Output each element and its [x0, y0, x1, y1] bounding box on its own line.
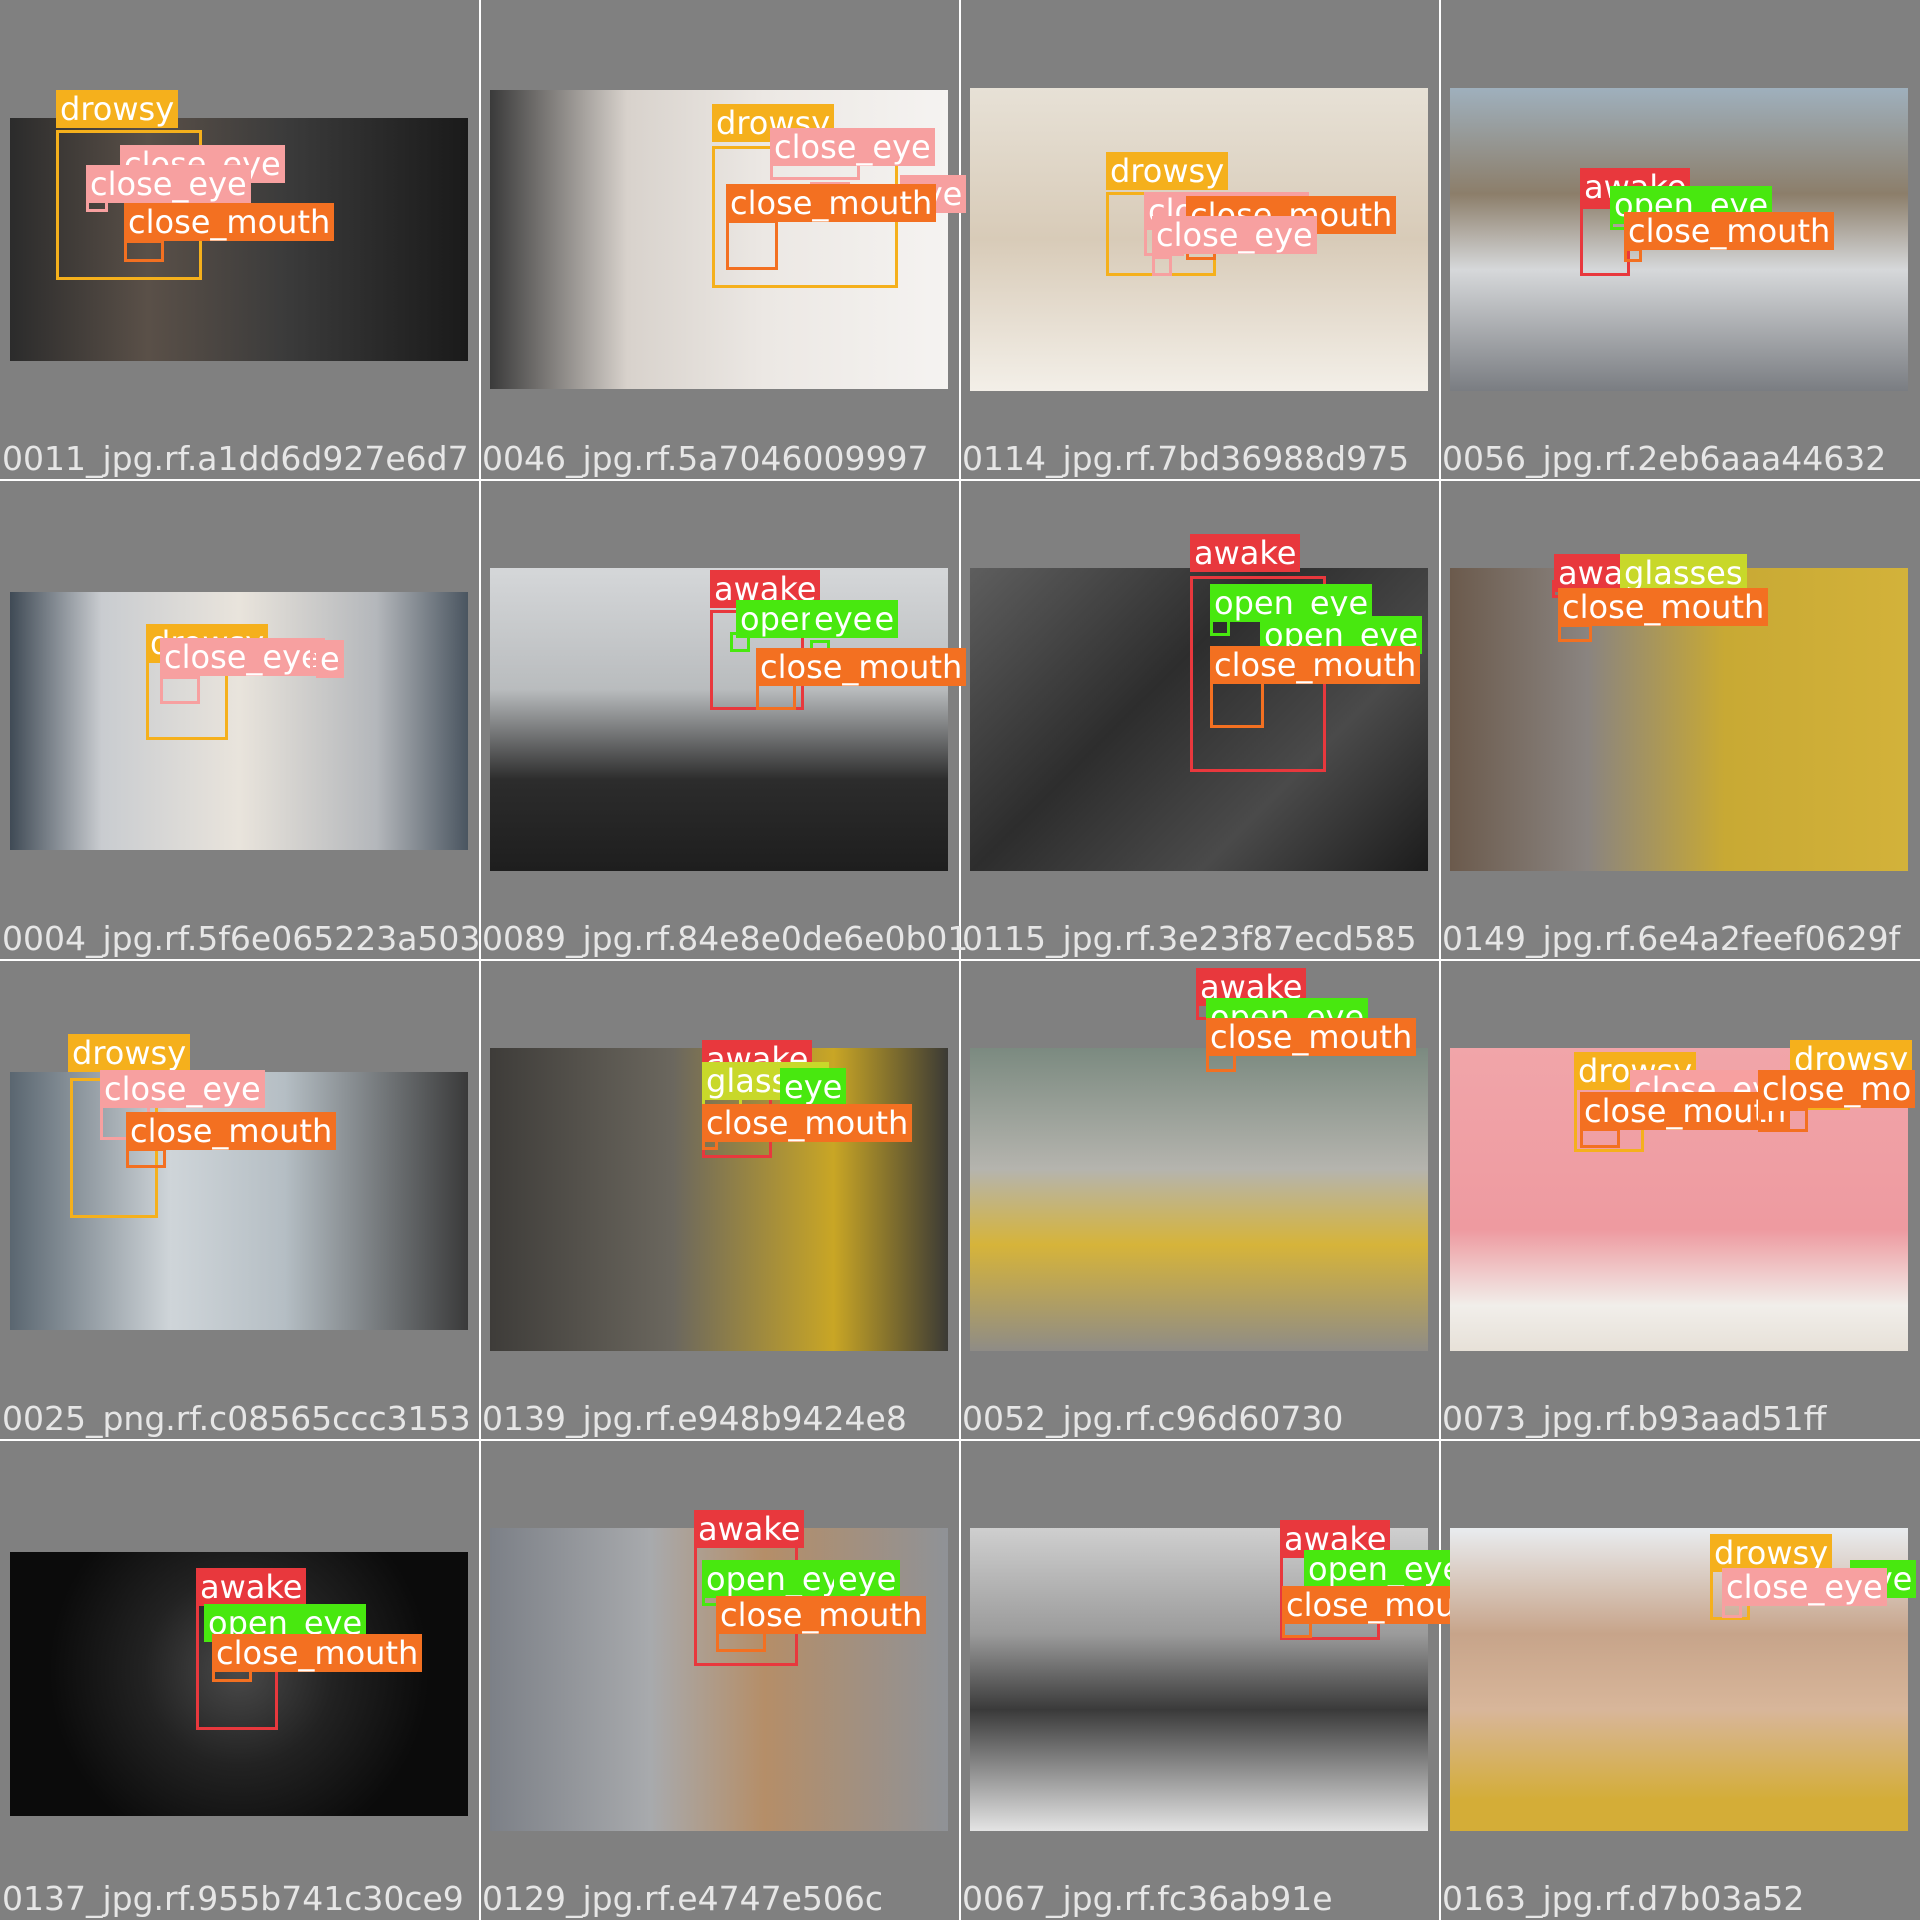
detection-box-close-mouth [1580, 1128, 1620, 1148]
detection-label-close-mouth: close_mouth [1210, 646, 1421, 684]
detection-label-close-mouth: close_mouth [756, 648, 967, 686]
image-filename: 0056_jpg.rf.2eb6aaa44632 [1442, 439, 1887, 478]
image-filename: 0139_jpg.rf.e948b9424e8 [482, 1399, 907, 1438]
detection-label-close-eye: close_eye [770, 128, 935, 166]
result-tile: awake glasses close_mouth 0149_jpg.rf.6e4a2… [1440, 480, 1918, 958]
detection-label-close-mouth: close_mouth [1206, 1018, 1417, 1056]
result-tile: awakeopen_eyeeyeclose_mouth0089_jpg.rf.8… [480, 480, 968, 958]
detection-box-close-mouth [124, 240, 164, 262]
detection-label-awake: awake [694, 1510, 805, 1548]
result-tile: drowsyclose_eyee0004_jpg.rf.5f6e065223a5… [0, 480, 481, 958]
result-tile: awake open_eye close_mouth 0067_jpg.rf.fc36… [960, 1440, 1493, 1918]
detection-label-awake: awake [1190, 534, 1301, 572]
detection-label-close-mouth: close_mouth [702, 1104, 913, 1142]
detection-box-close-mouth [1558, 624, 1592, 642]
detection-label-close-eye: close_eye [160, 638, 325, 676]
image-filename: 0067_jpg.rf.fc36ab91e [962, 1879, 1333, 1918]
image-filename: 0025_png.rf.c08565ccc3153 [2, 1399, 471, 1438]
detection-label-close-mouth: close_mouth [124, 203, 335, 241]
image-filename: 0052_jpg.rf.c96d60730 [962, 1399, 1344, 1438]
detection-box-close-mouth [1210, 680, 1264, 728]
sample-photo [970, 1048, 1428, 1351]
detection-label-close-eye: close_eye [86, 165, 251, 203]
detection-label-close-eye: e [316, 640, 344, 678]
result-tile: drowsyclose_eyeeyeclose_mouth0046_jpg.rf… [480, 0, 967, 478]
detection-label-open-eye: eye [810, 600, 877, 638]
detection-box-close-mouth [126, 1148, 166, 1168]
image-filename: 0115_jpg.rf.3e23f87ecd585 [962, 919, 1417, 958]
detection-label-drowsy: drowsy [68, 1034, 191, 1072]
detection-label-drowsy: drowsy [56, 90, 179, 128]
result-tile: awake open_eye open_eye close_mouth 0115_jpg… [960, 480, 1438, 958]
image-filename: 0046_jpg.rf.5a7046009997 [482, 439, 929, 478]
result-tile: drowsy close_eye close_eye close_mouth 0011_… [0, 0, 478, 478]
detection-label-drowsy: drowsy [1106, 152, 1229, 190]
image-filename: 0089_jpg.rf.84e8e0de6e0b01 [482, 919, 969, 958]
result-tile: drowsydrowsyclose_eyeclose_mouthclose_mo… [1440, 960, 1918, 1438]
detection-label-close-eye: close_eye [1152, 216, 1317, 254]
detection-label-close-mouth: close_mouth [1558, 588, 1769, 626]
result-tile: awake open_eye close_mouth 0137_jpg.rf.955b… [0, 1440, 478, 1918]
result-tile: drowsy close_eye close_mouth 0025_png.rf.c0… [0, 960, 478, 1438]
detection-label-glasses: glasses [1620, 554, 1747, 592]
detection-label-close-eye: close_eye [100, 1070, 265, 1108]
detection-label-open-eye: eye [780, 1068, 847, 1106]
image-filename: 0149_jpg.rf.6e4a2feef0629f [1442, 919, 1901, 958]
result-tile: drowsyclose_eyeclose_mouthclose_eye0114_… [960, 0, 1438, 478]
detection-box-close-mouth [1758, 1108, 1808, 1132]
result-tile: drowsyeyeclose_eye0163_jpg.rf.d7b03a52 [1440, 1440, 1918, 1918]
detection-label-close-mouth: close_mouth [1624, 212, 1835, 250]
detection-box-close-eye [160, 676, 200, 704]
image-filename: 0163_jpg.rf.d7b03a52 [1442, 1879, 1805, 1918]
image-filename: 0073_jpg.rf.b93aad51ff [1442, 1399, 1827, 1438]
result-tile: awake glasses eye close_mouth 0139_jpg.rf.e9… [480, 960, 958, 1438]
detection-box-close-eye [1152, 256, 1172, 276]
image-filename: 0004_jpg.rf.5f6e065223a503 [2, 919, 481, 958]
result-tile: awakeopen_eyeclose_mouth0056_jpg.rf.2eb6… [1440, 0, 1918, 478]
image-filename: 0129_jpg.rf.e4747e506c [482, 1879, 884, 1918]
detection-label-close-mouth: close_mouth [726, 184, 937, 222]
detection-label-awake: awake [196, 1568, 307, 1606]
image-filename: 0114_jpg.rf.7bd36988d975 [962, 439, 1410, 478]
detection-label-close-mouth: close_mouth [716, 1596, 927, 1634]
detection-label-close-mouth: close_mouth [212, 1634, 423, 1672]
image-filename: 0137_jpg.rf.955b741c30ce9 [2, 1879, 464, 1918]
detection-label-drowsy: drowsy [1710, 1534, 1833, 1572]
detection-box-close-mouth [726, 220, 778, 270]
result-tile: awake open_eye close_mouth 0052_jpg.rf.c96d… [960, 960, 1438, 1438]
result-tile: awake open_eye eye close_mouth 0129_jpg.rf.e… [480, 1440, 958, 1918]
image-filename: 0011_jpg.rf.a1dd6d927e6d7 [2, 439, 469, 478]
detection-label-close-mouth: close_mo [1758, 1070, 1916, 1108]
detection-label-close-mouth: close_mouth [126, 1112, 337, 1150]
detection-label-open-eye: eye [834, 1560, 901, 1598]
detection-label-close-eye: close_eye [1722, 1568, 1887, 1606]
detection-box-close-mouth [1624, 248, 1642, 262]
photo-content [970, 1048, 1428, 1351]
